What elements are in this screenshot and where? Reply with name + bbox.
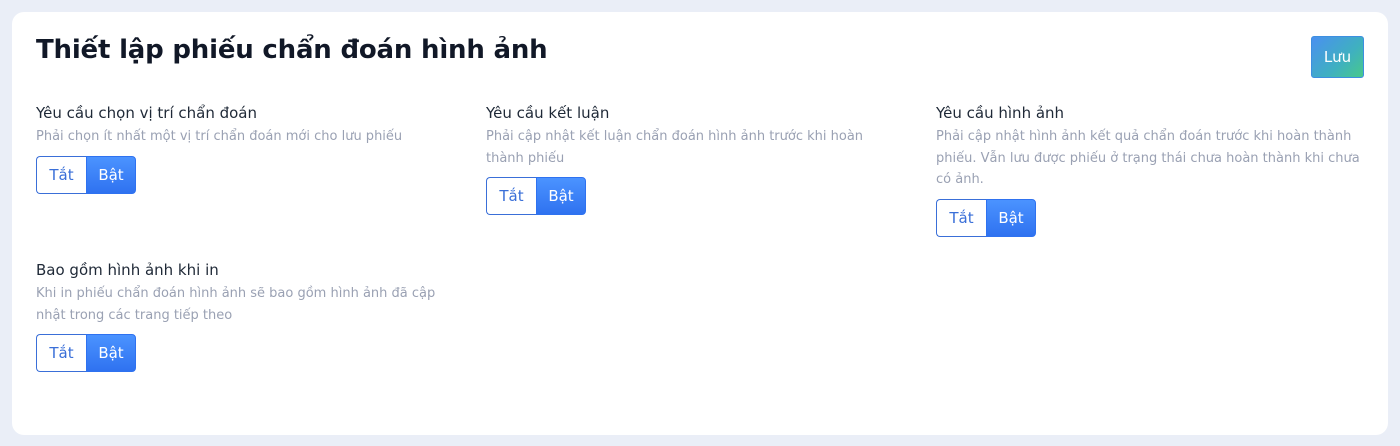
setting-description: Phải cập nhật hình ảnh kết quả chẩn đoán… — [936, 129, 1360, 187]
toggle-off-button[interactable]: Tắt — [36, 155, 86, 194]
toggle-off-button[interactable]: Tắt — [36, 334, 86, 372]
toggle-on-button[interactable]: Bật — [86, 155, 136, 194]
setting-title: Yêu cầu hình ảnh — [936, 104, 1065, 122]
setting-require-conclusion: Yêu cầu kết luận Phải cập nhật kết luận … — [486, 102, 896, 215]
setting-require-image: Yêu cầu hình ảnh Phải cập nhật hình ảnh … — [936, 102, 1366, 237]
setting-description: Phải cập nhật kết luận chẩn đoán hình ản… — [486, 129, 864, 166]
include-images-print-toggle: Tắt Bật — [36, 334, 136, 372]
setting-description: Phải chọn ít nhất một vị trí chẩn đoán m… — [36, 129, 403, 144]
setting-include-images-print: Bao gồm hình ảnh khi in Khi in phiếu chẩ… — [36, 259, 456, 372]
setting-description: Khi in phiếu chẩn đoán hình ảnh sẽ bao g… — [36, 286, 436, 323]
settings-card: Thiết lập phiếu chẩn đoán hình ảnh Lưu Y… — [12, 12, 1388, 435]
setting-title: Yêu cầu kết luận — [486, 104, 610, 122]
page-title: Thiết lập phiếu chẩn đoán hình ảnh — [36, 35, 548, 65]
save-button[interactable]: Lưu — [1311, 36, 1364, 78]
setting-title: Yêu cầu chọn vị trí chẩn đoán — [36, 104, 258, 122]
require-conclusion-toggle: Tắt Bật — [486, 177, 586, 215]
setting-require-location: Yêu cầu chọn vị trí chẩn đoán Phải chọn … — [36, 102, 466, 194]
toggle-on-button[interactable]: Bật — [986, 198, 1036, 237]
toggle-on-button[interactable]: Bật — [86, 334, 136, 372]
toggle-on-button[interactable]: Bật — [536, 177, 586, 215]
require-location-toggle: Tắt Bật — [36, 155, 136, 194]
toggle-off-button[interactable]: Tắt — [936, 198, 986, 237]
require-image-toggle: Tắt Bật — [936, 198, 1036, 237]
toggle-off-button[interactable]: Tắt — [486, 177, 536, 215]
setting-title: Bao gồm hình ảnh khi in — [36, 261, 219, 279]
